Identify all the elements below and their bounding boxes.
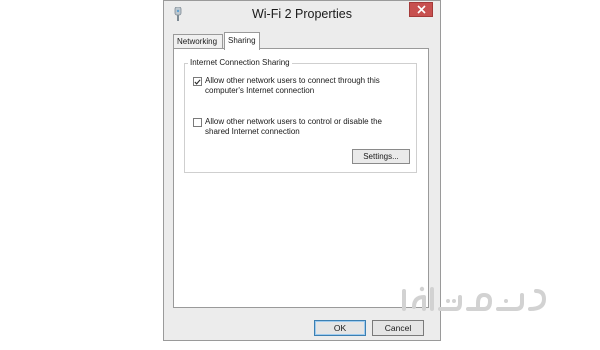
cancel-button[interactable]: Cancel [372,320,424,336]
tab-sharing[interactable]: Sharing [224,32,260,50]
sharing-panel: Internet Connection Sharing Allow other … [173,48,429,308]
tab-networking[interactable]: Networking [173,34,223,49]
group-title: Internet Connection Sharing [188,58,292,67]
allow-control-option[interactable]: Allow other network users to control or … [193,117,395,137]
allow-connect-checkbox[interactable] [193,77,202,86]
internet-connection-sharing-group: Internet Connection Sharing Allow other … [184,58,417,173]
ok-button[interactable]: OK [314,320,366,336]
allow-connect-option[interactable]: Allow other network users to connect thr… [193,76,395,96]
settings-button[interactable]: Settings... [352,149,410,164]
close-icon [416,5,426,14]
close-button[interactable] [409,2,433,17]
window-title: Wi-Fi 2 Properties [251,7,353,21]
allow-connect-label: Allow other network users to connect thr… [205,76,380,95]
title-bar[interactable]: Wi-Fi 2 Properties [164,1,440,29]
allow-control-checkbox[interactable] [193,118,202,127]
watermark-logo [402,286,546,311]
checkmark-icon [194,78,201,85]
allow-control-label: Allow other network users to control or … [205,117,382,136]
